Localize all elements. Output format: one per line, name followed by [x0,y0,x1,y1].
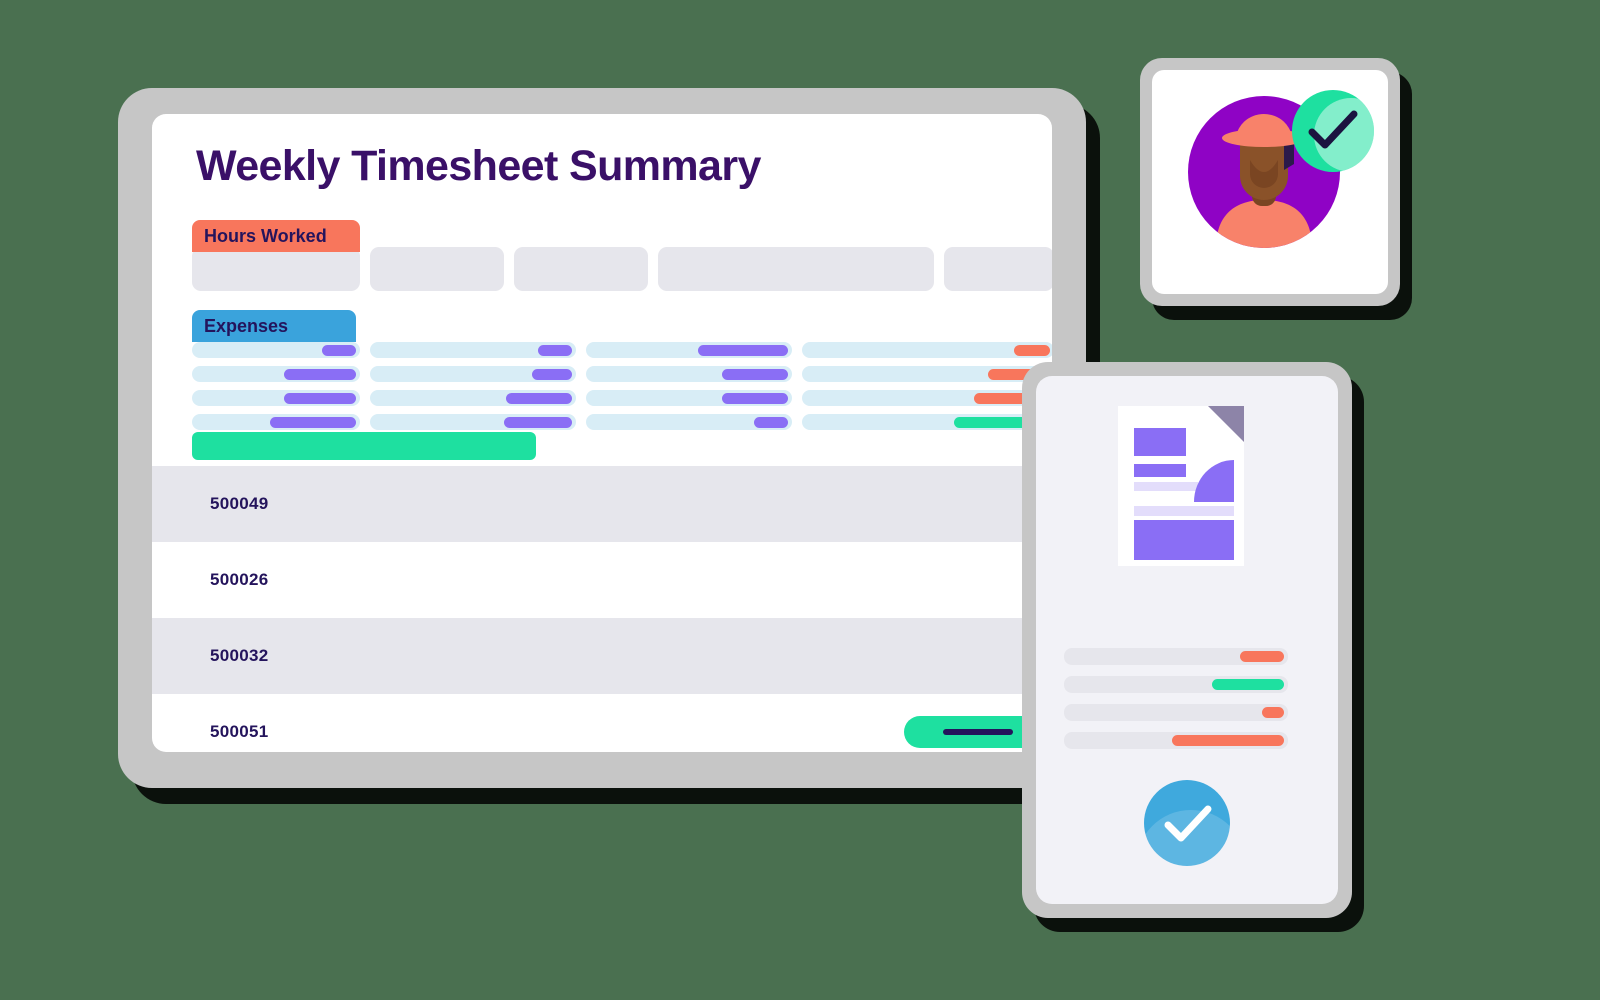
mobile-bar-track-2[interactable] [1064,704,1288,721]
hours-cell-1[interactable] [370,247,504,291]
expense-track-r1-c0[interactable] [192,366,360,382]
expense-fill-r3-c2 [754,416,788,428]
table-row[interactable]: 500051 [152,694,1052,752]
document-fold-corner [1208,406,1244,442]
expense-fill-r2-c0 [284,392,356,404]
doc-line-2 [1134,506,1234,516]
tab-expenses-label: Expenses [204,315,289,336]
expense-track-r1-c2[interactable] [586,366,792,382]
tab-hours-worked-label: Hours Worked [204,225,327,246]
table-row-id: 500049 [210,494,269,513]
expense-fill-r0-c3 [1014,344,1050,356]
expense-track-r3-c1[interactable] [370,414,576,430]
tablet-screen: Weekly Timesheet Summary Hours Worked Ex… [152,114,1052,752]
expense-track-r2-c0[interactable] [192,390,360,406]
expense-fill-r0-c2 [698,344,788,356]
check-circle-icon [1144,780,1230,866]
expense-track-r0-c1[interactable] [370,342,576,358]
expense-track-r2-c1[interactable] [370,390,576,406]
expense-track-r0-c0[interactable] [192,342,360,358]
hours-cell-0[interactable] [192,247,360,291]
expense-fill-r0-c0 [322,344,356,356]
expense-track-r3-c2[interactable] [586,414,792,430]
mobile-bar-track-0[interactable] [1064,648,1288,665]
verified-badge [1292,90,1374,172]
doc-block-body [1134,520,1234,560]
check-mark-icon [1164,805,1212,842]
table-row-id: 500051 [210,722,269,741]
doc-line-1 [1134,482,1198,491]
expense-track-r2-c3[interactable] [802,390,1052,406]
expense-track-r0-c2[interactable] [586,342,792,358]
expense-fill-r3-c1 [504,416,572,428]
check-icon [1308,110,1358,149]
document-icon [1118,406,1244,566]
table-row-id: 500032 [210,646,269,665]
mobile-bar-fill-0 [1240,651,1284,662]
expense-track-r0-c3[interactable] [802,342,1052,358]
expense-fill-r1-c1 [532,368,572,380]
doc-block-title [1134,428,1186,456]
table-row-action-label [943,729,1013,735]
expense-track-r2-c2[interactable] [586,390,792,406]
tab-expenses[interactable]: Expenses [192,310,356,342]
hours-cell-3[interactable] [658,247,934,291]
mobile-screen [1036,376,1338,904]
tablet-device: Weekly Timesheet Summary Hours Worked Ex… [118,88,1086,788]
table-row-id: 500026 [210,570,269,589]
expense-fill-r1-c0 [284,368,356,380]
mobile-bar-fill-1 [1212,679,1284,690]
hours-cell-2[interactable] [514,247,648,291]
expense-track-r1-c3[interactable] [802,366,1052,382]
expense-fill-r0-c1 [538,344,572,356]
expense-track-r3-c0[interactable] [192,414,360,430]
mobile-bar-fill-3 [1172,735,1284,746]
tab-hours-worked[interactable]: Hours Worked [192,220,360,252]
mobile-bar-fill-2 [1262,707,1284,718]
expense-fill-r2-c1 [506,392,572,404]
mobile-bar-track-3[interactable] [1064,732,1288,749]
illustration-stage: Weekly Timesheet Summary Hours Worked Ex… [0,0,1600,1000]
doc-chart-wedge [1194,460,1234,502]
avatar [1188,90,1374,248]
summary-banner [192,432,536,460]
worker-profile-card-inner [1152,70,1388,294]
table-row[interactable]: 500032 [152,618,1052,694]
expense-track-r1-c1[interactable] [370,366,576,382]
expense-fill-r1-c2 [722,368,788,380]
timesheet-app: Weekly Timesheet Summary Hours Worked Ex… [152,114,1052,752]
expense-track-r3-c3[interactable] [802,414,1052,430]
doc-block-subtitle [1134,464,1186,477]
mobile-device [1022,362,1352,918]
mobile-bar-track-1[interactable] [1064,676,1288,693]
table-row[interactable]: 500026 [152,542,1052,618]
table-row[interactable]: 500049 [152,466,1052,542]
expense-fill-r2-c2 [722,392,788,404]
page-title: Weekly Timesheet Summary [196,142,761,190]
hours-cell-4[interactable] [944,247,1052,291]
expense-fill-r3-c0 [270,416,356,428]
worker-profile-card[interactable] [1140,58,1400,306]
